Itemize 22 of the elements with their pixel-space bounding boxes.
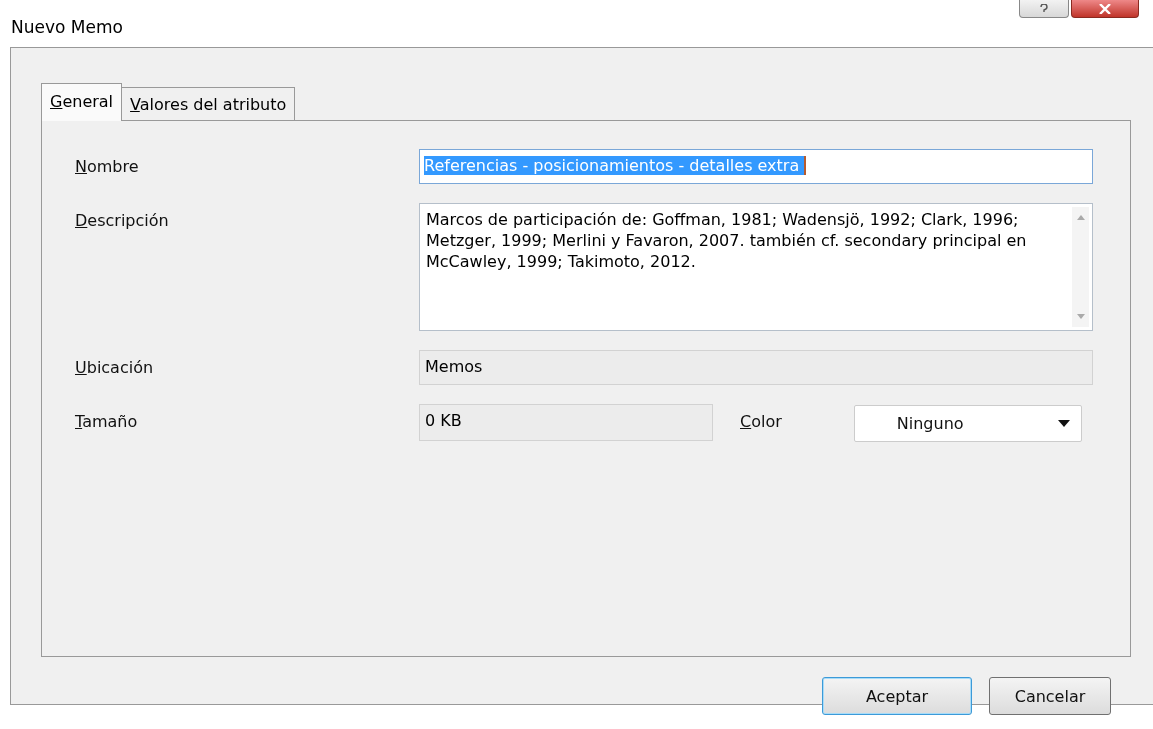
- tab[interactable]: Valores del atributo: [121, 87, 296, 120]
- size-field: 0 KB: [419, 404, 713, 441]
- help-button[interactable]: [1019, 0, 1069, 18]
- help-icon: [1039, 3, 1049, 14]
- location-field: Memos: [419, 350, 1093, 385]
- tab[interactable]: General: [41, 83, 123, 121]
- field-label: Ubicación: [75, 357, 155, 377]
- field-label: Tamaño: [75, 411, 139, 431]
- color-dropdown[interactable]: Ninguno: [853, 405, 1082, 442]
- close-button[interactable]: [1071, 0, 1139, 18]
- description-field[interactable]: Marcos de participación de: Goffman, 1981; Wadensjö, 1992; Clark, 1996; Metzger, 1999; Merlini y Favaron, 2007. también cf. secondary principal en McCawley, 1999; Takimoto, 2012.: [419, 203, 1093, 331]
- field-label: Color: [740, 411, 782, 431]
- window-title: Nuevo Memo: [11, 17, 123, 37]
- scrollbar[interactable]: [1072, 207, 1089, 327]
- scroll-down-icon: [1076, 314, 1085, 319]
- field-label: Descripción: [75, 210, 170, 230]
- close-icon: [1098, 3, 1112, 14]
- caret-icon: [1057, 420, 1070, 427]
- scroll-up-icon: [1076, 215, 1085, 220]
- dialog-button[interactable]: Aceptar: [822, 677, 972, 715]
- dialog-button[interactable]: Cancelar: [989, 677, 1111, 715]
- field-label: Nombre: [75, 156, 140, 176]
